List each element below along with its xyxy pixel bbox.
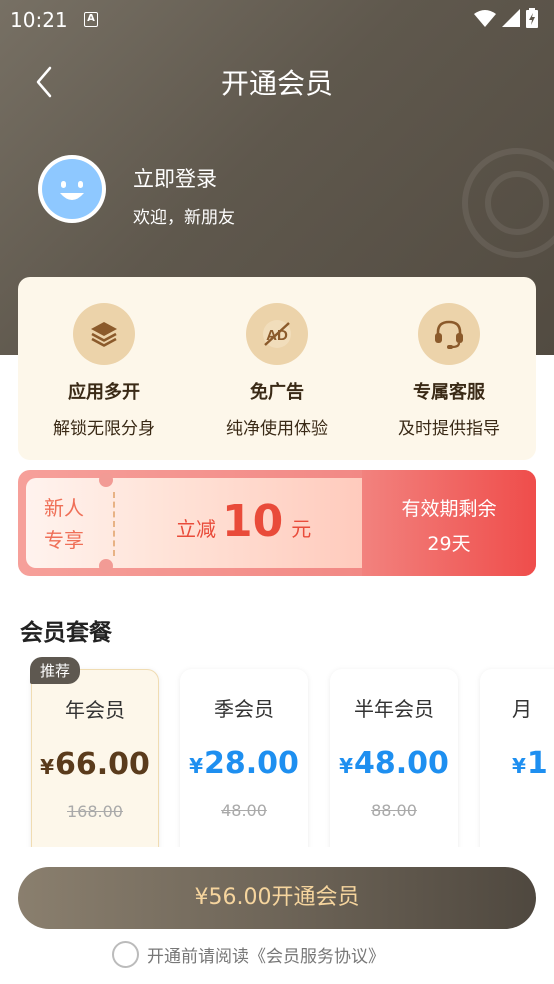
coupon-notch xyxy=(99,473,113,487)
no-ads-icon: AD xyxy=(246,303,308,365)
plan-card-monthly[interactable]: 月 ¥1 xyxy=(480,669,554,847)
discount-prefix: 立减 xyxy=(176,517,216,541)
plan-price: ¥66.00 xyxy=(32,747,158,782)
plan-card-half-year[interactable]: 半年会员 ¥48.00 88.00 xyxy=(330,669,458,847)
agreement-text[interactable]: 开通前请阅读《会员服务协议》 xyxy=(147,942,385,967)
decorative-ring xyxy=(485,171,549,235)
plan-original-price: 168.00 xyxy=(67,802,123,821)
benefits-card: 应用多开 解锁无限分身 AD 免广告 纯净使用体验 xyxy=(18,277,536,460)
plan-price: ¥48.00 xyxy=(330,746,458,781)
validity-days: 29天 xyxy=(427,533,471,555)
layers-icon xyxy=(73,303,135,365)
plan-card-quarterly[interactable]: 季会员 ¥28.00 48.00 xyxy=(180,669,308,847)
benefit-customer-service: 专属客服 及时提供指导 xyxy=(369,303,529,439)
plan-price: ¥28.00 xyxy=(180,746,308,781)
coupon-validity: 有效期剩余 29天 xyxy=(362,470,536,576)
currency-symbol: ¥ xyxy=(189,754,203,778)
new-user-coupon[interactable]: 新人 专享 立减 10 元 有效期剩余 29天 xyxy=(18,470,536,576)
plan-price: ¥1 xyxy=(512,746,554,781)
benefit-desc: 纯净使用体验 xyxy=(226,419,328,439)
avatar[interactable] xyxy=(38,155,106,223)
discount-unit: 元 xyxy=(291,517,312,541)
login-link[interactable]: 立即登录 xyxy=(133,163,217,193)
wifi-icon xyxy=(474,10,496,27)
coupon-divider xyxy=(113,492,115,556)
benefit-desc: 及时提供指导 xyxy=(398,419,500,439)
bottom-bar: ¥56.00开通会员 开通前请阅读《会员服务协议》 xyxy=(0,848,554,984)
headset-icon xyxy=(418,303,480,365)
coupon-ticket: 新人 专享 立减 10 元 xyxy=(26,478,376,568)
benefit-desc: 解锁无限分身 xyxy=(53,419,155,439)
open-membership-button[interactable]: ¥56.00开通会员 xyxy=(18,867,536,929)
coupon-label-line1: 新人 xyxy=(44,496,84,520)
plans-section-title: 会员套餐 xyxy=(20,620,112,646)
coupon-discount: 立减 10 元 xyxy=(176,496,311,547)
price-value: 66.00 xyxy=(55,747,150,782)
page-title: 开通会员 xyxy=(220,67,333,100)
plan-name: 年会员 xyxy=(65,698,125,722)
benefit-title: 应用多开 xyxy=(68,382,140,403)
plan-name: 半年会员 xyxy=(354,697,434,721)
battery-icon xyxy=(526,8,538,28)
plan-name: 季会员 xyxy=(214,697,274,721)
recommended-tag: 推荐 xyxy=(30,657,81,684)
status-time: 10:21 xyxy=(10,8,68,32)
status-bar: 10:21 A xyxy=(0,0,554,40)
benefit-title: 免广告 xyxy=(250,382,304,403)
signal-icon xyxy=(502,9,520,27)
coupon-label-line2: 专享 xyxy=(44,528,84,552)
benefit-no-ads: AD 免广告 纯净使用体验 xyxy=(197,303,357,439)
status-icons xyxy=(474,8,538,28)
smiley-avatar-icon xyxy=(42,159,102,219)
benefit-title: 专属客服 xyxy=(413,382,485,403)
nav-bar: 开通会员 xyxy=(0,48,554,112)
discount-amount: 10 xyxy=(222,496,284,547)
plan-list[interactable]: 年会员 ¥66.00 168.00 推荐 季会员 ¥28.00 48.00 半年… xyxy=(0,657,554,847)
plan-card-annual[interactable]: 年会员 ¥66.00 168.00 xyxy=(31,669,159,847)
agreement-row[interactable]: 开通前请阅读《会员服务协议》 xyxy=(112,941,385,968)
price-value: 1 xyxy=(526,746,548,781)
welcome-text: 欢迎，新朋友 xyxy=(133,208,235,228)
coupon-label: 新人 专享 xyxy=(44,492,94,556)
validity-label: 有效期剩余 xyxy=(401,498,497,520)
price-value: 48.00 xyxy=(354,746,449,781)
price-value: 28.00 xyxy=(204,746,299,781)
currency-symbol: ¥ xyxy=(339,754,353,778)
plan-original-price: 48.00 xyxy=(221,801,267,820)
plan-name: 月 xyxy=(512,697,532,721)
user-login-area[interactable]: 立即登录 欢迎，新朋友 xyxy=(38,155,438,228)
agreement-checkbox[interactable] xyxy=(112,941,139,968)
currency-symbol: ¥ xyxy=(40,755,54,779)
benefit-multi-app: 应用多开 解锁无限分身 xyxy=(24,303,184,439)
plan-original-price: 88.00 xyxy=(371,801,417,820)
currency-symbol: ¥ xyxy=(512,754,526,778)
coupon-notch xyxy=(99,559,113,573)
notification-badge: A xyxy=(84,12,98,27)
membership-page: 10:21 A 开通会员 立即登录 欢迎，新朋友 应用多开 解锁无限分身 免广告… xyxy=(0,0,554,984)
